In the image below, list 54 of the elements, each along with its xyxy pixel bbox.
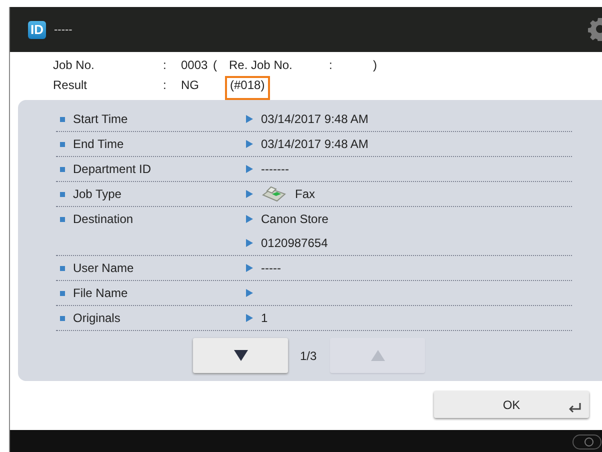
- detail-value: -------: [261, 162, 289, 176]
- arrow-icon: [246, 140, 253, 148]
- field-label: Result: [53, 78, 88, 94]
- parenthesis: (: [213, 58, 218, 74]
- separator: :: [329, 58, 334, 74]
- bullet-icon: [60, 166, 65, 172]
- bullet-icon: [60, 316, 65, 320]
- arrow-icon: [246, 115, 253, 123]
- up-triangle-icon: [370, 350, 384, 361]
- detail-value: -----: [261, 261, 281, 275]
- detail-label: Department ID: [73, 162, 152, 176]
- enter-icon: [569, 403, 581, 413]
- arrow-icon: [246, 239, 253, 247]
- down-triangle-icon: [234, 350, 248, 361]
- bullet-icon: [60, 216, 65, 222]
- error-code: (#018): [225, 76, 270, 100]
- bullet-icon: [60, 142, 65, 146]
- separator: :: [163, 58, 168, 74]
- detail-value: 1: [261, 311, 268, 325]
- separator: :: [163, 78, 168, 94]
- detail-label: Destination: [73, 212, 134, 226]
- arrow-icon: [246, 289, 253, 297]
- bullet-icon: [60, 290, 65, 296]
- arrow-icon: [246, 314, 253, 322]
- id-badge: ID: [28, 20, 46, 38]
- field-label: Re. Job No.: [229, 58, 294, 74]
- arrow-icon: [246, 215, 253, 223]
- detail-value: 0120987654: [261, 236, 328, 250]
- field-value: 0003: [181, 58, 209, 74]
- arrow-icon: [246, 264, 253, 272]
- arrow-icon: [246, 165, 253, 173]
- status-icon[interactable]: [572, 434, 602, 450]
- detail-label: Start Time: [73, 112, 128, 126]
- field-value: NG: [181, 78, 200, 94]
- user-name: -----: [54, 24, 72, 36]
- detail-value: Canon Store: [261, 212, 328, 226]
- detail-label: End Time: [73, 137, 124, 151]
- bullet-icon: [60, 192, 65, 196]
- fax-icon: [261, 185, 287, 203]
- detail-label: User Name: [73, 261, 134, 275]
- bullet-icon: [60, 116, 65, 122]
- scroll-down-button[interactable]: [193, 338, 288, 373]
- detail-label: Originals: [73, 311, 120, 325]
- detail-value: 03/14/2017 9:48 AM: [261, 137, 368, 151]
- detail-label: Job Type: [73, 187, 122, 201]
- arrow-icon: [246, 190, 253, 198]
- detail-label: File Name: [73, 286, 128, 300]
- field-label: Job No.: [53, 58, 96, 74]
- ok-button[interactable]: OK: [434, 391, 589, 418]
- bullet-icon: [60, 266, 65, 270]
- detail-value: 03/14/2017 9:48 AM: [261, 112, 368, 126]
- detail-value: Fax: [295, 187, 316, 201]
- parenthesis: ): [373, 58, 378, 74]
- page-indicator: 1/3: [300, 348, 318, 362]
